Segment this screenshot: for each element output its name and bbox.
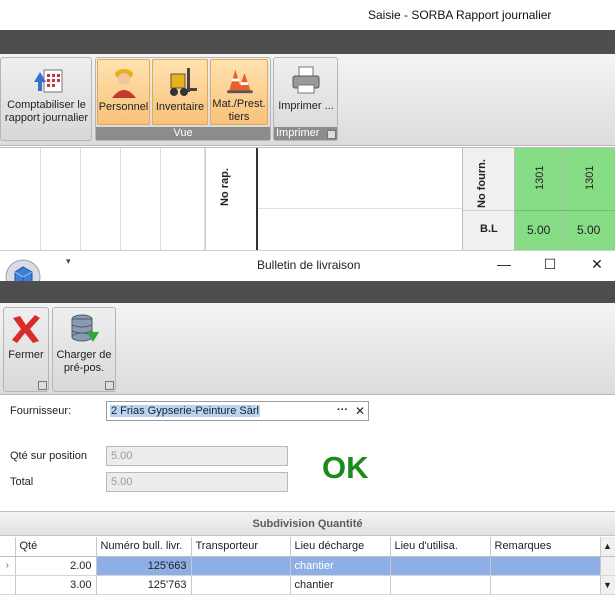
lieu-decharge-cell[interactable]: chantier (290, 575, 391, 595)
grid-column-2[interactable]: 1301 5.00 (565, 148, 615, 251)
ribbon-group-vue: Personnel Inventaire Mat./Prest. tiers V… (95, 57, 271, 141)
close-group-launcher[interactable] (38, 381, 47, 390)
subdivision-panel: Subdivision Quantité Qté Numéro bull. li… (0, 511, 615, 595)
row-indicator-header (0, 537, 16, 557)
quick-access-dropdown-icon[interactable]: ▾ (66, 256, 71, 267)
personnel-label: Personnel (98, 101, 149, 113)
ribbon-group-post: Comptabiliser le rapport journalier (0, 57, 92, 141)
printer-icon (292, 66, 320, 94)
column-header[interactable]: Qté (15, 537, 97, 557)
dialog-load-group: Charger de pré-pos. (52, 307, 116, 392)
maximize-button[interactable]: ☐ (535, 256, 565, 273)
table-header-row: Qté Numéro bull. livr. Transporteur Lieu… (0, 537, 615, 557)
post-report-icon (33, 69, 62, 93)
no-fourn-cell: 1301 (584, 165, 596, 190)
supplier-value: 2 Frias Gypserie-Peinture Sàrl (110, 405, 260, 417)
supplier-field[interactable]: 2 Frias Gypserie-Peinture Sàrl ··· ✕ (106, 401, 369, 421)
qty-position-label: Qté sur position (10, 450, 88, 462)
report-grid: No rap. No fourn. B.L 1301 5.00 1301 5.0… (0, 147, 615, 251)
table-row[interactable]: 3.00 125'763 chantier ▼ (0, 575, 615, 595)
bl-cell: 5.00 (577, 223, 601, 237)
close-x-icon (12, 315, 40, 343)
total-label: Total (10, 476, 34, 488)
supplier-clear-button[interactable]: ✕ (355, 404, 365, 418)
no-fourn-cell: 1301 (534, 165, 546, 190)
close-window-button[interactable]: ✕ (582, 256, 612, 273)
fermer-label: Fermer (8, 349, 44, 361)
minimize-button[interactable]: — (489, 256, 519, 272)
personnel-button[interactable]: Personnel (97, 59, 150, 125)
column-header[interactable]: Lieu d'utilisa. (390, 537, 491, 557)
column-header[interactable]: Lieu décharge (290, 537, 391, 557)
table-row[interactable]: › 2.00 125'663 chantier (0, 556, 615, 576)
qte-cell[interactable]: 2.00 (15, 556, 97, 576)
forklift-icon (170, 68, 197, 96)
ribbon-group-print: Imprimer ... Imprimer (273, 57, 338, 141)
numero-cell[interactable]: 125'763 (96, 575, 192, 595)
print-group-launcher[interactable] (327, 130, 336, 139)
bl-cell: 5.00 (527, 223, 551, 237)
dialog-close-group: Fermer (3, 307, 49, 392)
fermer-button[interactable]: Fermer (4, 308, 48, 378)
no-rap-column: No rap. (205, 148, 258, 251)
remarques-cell[interactable] (490, 556, 601, 576)
supplier-label: Fournisseur: (10, 405, 72, 417)
vue-group-caption: Vue (96, 127, 270, 140)
row-indicator-icon: › (0, 556, 16, 576)
title-strip (0, 30, 615, 54)
lieu-utilisation-cell[interactable] (390, 575, 491, 595)
lieu-utilisation-cell[interactable] (390, 556, 491, 576)
print-label: Imprimer ... (278, 100, 334, 112)
no-fourn-header: No fourn. (476, 159, 488, 208)
dialog-strip (0, 281, 615, 303)
database-load-icon (71, 314, 99, 342)
subdivision-table: Qté Numéro bull. livr. Transporteur Lieu… (0, 537, 615, 595)
column-header[interactable]: Remarques (490, 537, 601, 557)
total-field: 5.00 (106, 472, 288, 492)
lieu-decharge-cell[interactable]: chantier (290, 556, 391, 576)
numero-cell[interactable]: 125'663 (96, 556, 192, 576)
charger-button[interactable]: Charger de pré-pos. (53, 308, 115, 380)
supplier-ellipsis-button[interactable]: ··· (337, 404, 348, 416)
worker-icon (111, 69, 136, 98)
post-report-label: Comptabiliser le rapport journalier (4, 99, 89, 124)
column-header[interactable]: Numéro bull. livr. (96, 537, 192, 557)
inventaire-button[interactable]: Inventaire (152, 59, 208, 125)
no-fourn-column: No fourn. B.L (463, 148, 515, 251)
no-rap-header: No rap. (219, 168, 231, 206)
transporteur-cell[interactable] (191, 575, 291, 595)
inventaire-label: Inventaire (155, 101, 205, 113)
load-group-launcher[interactable] (105, 381, 114, 390)
mat-prest-button[interactable]: Mat./Prest. tiers (210, 59, 268, 125)
qty-position-field: 5.00 (106, 446, 288, 466)
transporteur-cell[interactable] (191, 556, 291, 576)
mat-prest-label: Mat./Prest. tiers (212, 98, 266, 123)
charger-label: Charger de pré-pos. (56, 349, 112, 374)
post-report-button[interactable]: Comptabiliser le rapport journalier (2, 58, 91, 140)
scroll-up-icon[interactable]: ▲ (600, 537, 615, 557)
cones-icon (227, 69, 253, 94)
grid-column-1[interactable]: 1301 5.00 (515, 148, 565, 251)
remarques-cell[interactable] (490, 575, 601, 595)
dialog-title: Bulletin de livraison (257, 258, 361, 272)
subdivision-title: Subdivision Quantité (0, 512, 615, 536)
scrollbar-track[interactable] (600, 556, 615, 576)
qte-cell[interactable]: 3.00 (15, 575, 97, 595)
bl-header: B.L (480, 223, 498, 235)
status-ok-text: OK (322, 450, 369, 485)
column-header[interactable]: Transporteur (191, 537, 291, 557)
scroll-down-icon[interactable]: ▼ (600, 575, 615, 595)
main-window-title: Saisie - SORBA Rapport journalier (368, 8, 552, 22)
print-button[interactable]: Imprimer ... (275, 59, 337, 125)
